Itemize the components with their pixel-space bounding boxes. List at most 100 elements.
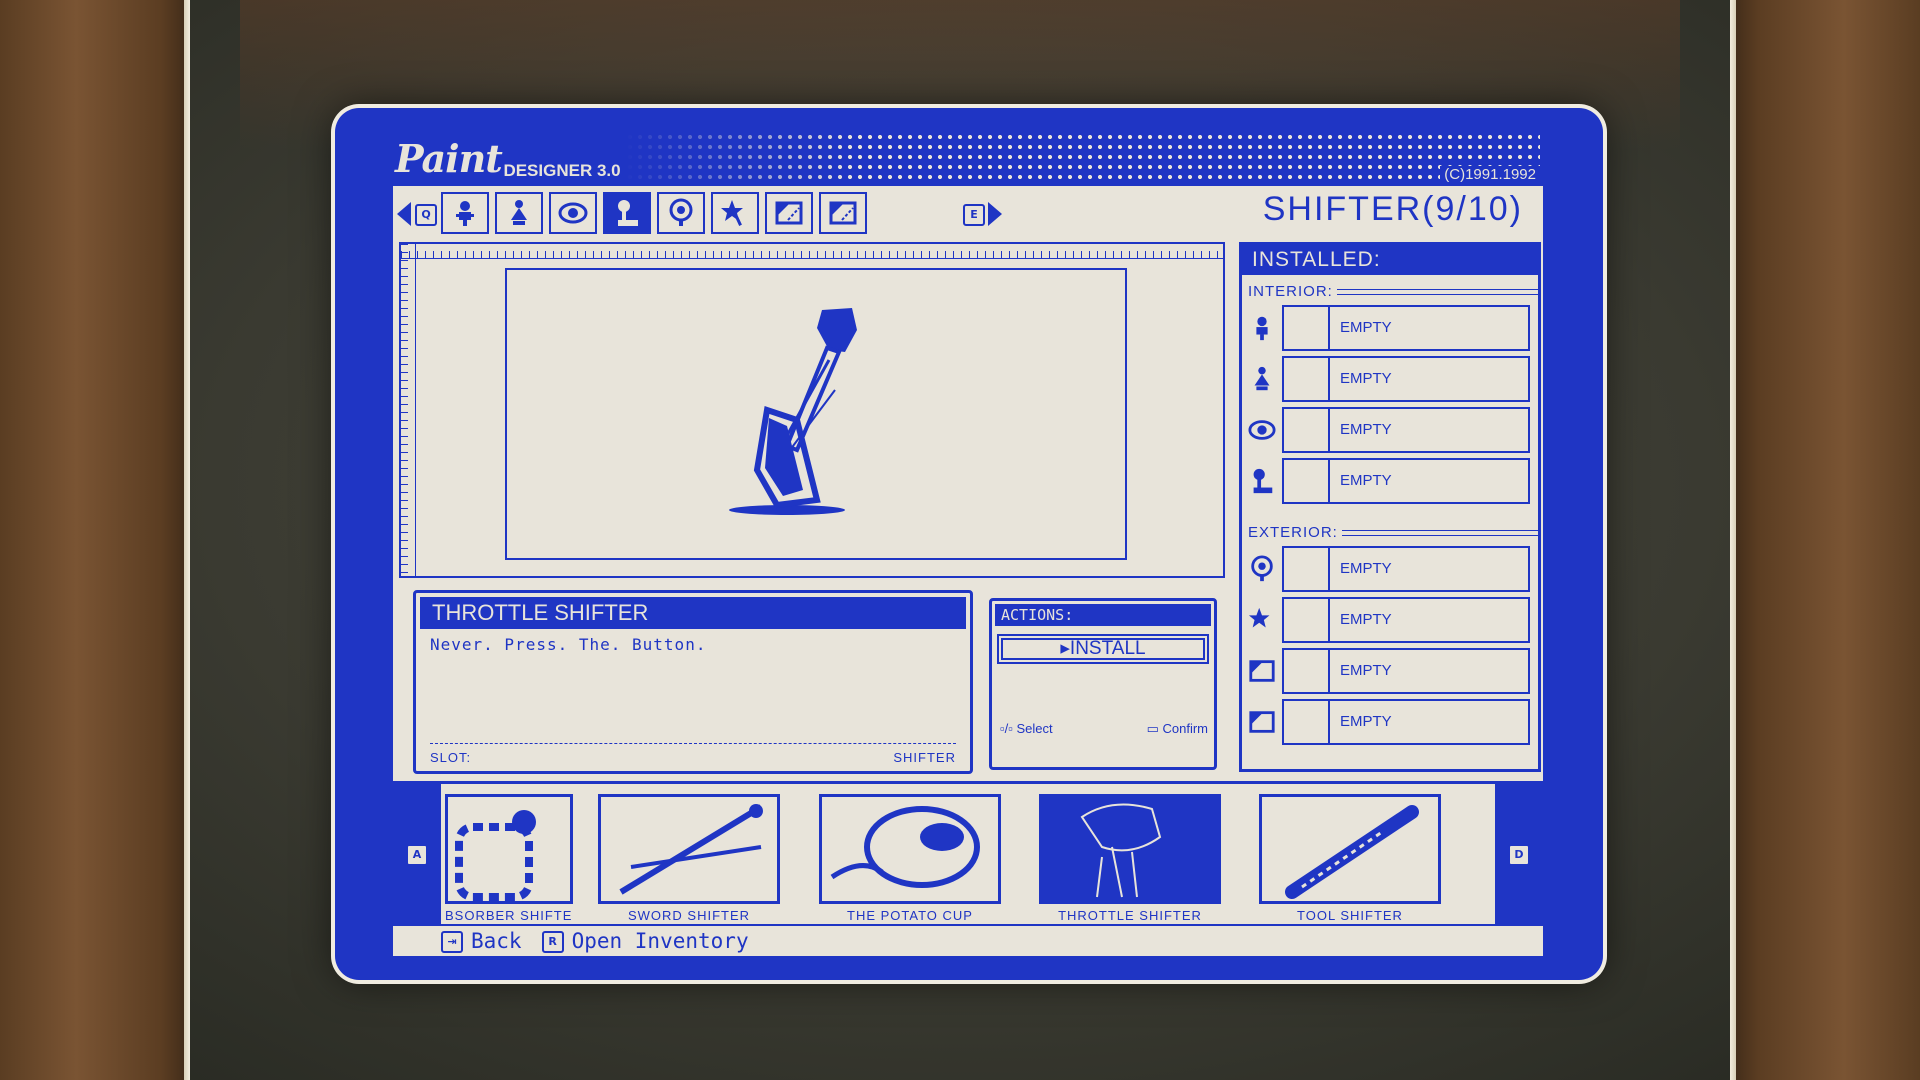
prev-category-key: Q	[415, 204, 437, 226]
slot-thumbnail	[1284, 408, 1330, 451]
slot-status: EMPTY	[1340, 319, 1392, 336]
exterior-slot-ornament[interactable]: EMPTY	[1242, 594, 1538, 645]
item-label: BSORBER SHIFTER	[445, 908, 573, 923]
slot-thumbnail	[1284, 306, 1330, 349]
figure-icon	[511, 200, 527, 225]
tool-decal-1[interactable]	[765, 192, 813, 234]
carousel-item-tool-shifter[interactable]: TOOL SHIFTER	[1259, 794, 1441, 923]
carousel-item-sword-shifter[interactable]: SWORD SHIFTER	[598, 794, 780, 923]
installed-title: INSTALLED:	[1242, 245, 1538, 275]
item-description: Never. Press. The. Button.	[430, 635, 707, 654]
interior-slot-seat[interactable]: EMPTY	[1242, 302, 1538, 353]
cabinet-frame-left	[0, 0, 190, 1080]
item-thumbnail	[598, 794, 780, 904]
slot-row: SLOT: SHIFTER	[430, 743, 956, 765]
ornament-icon	[721, 200, 743, 226]
carousel-prev[interactable]: A	[393, 784, 441, 924]
interior-slot-figure[interactable]: EMPTY	[1242, 353, 1538, 404]
decal-icon	[1249, 659, 1275, 682]
next-category-key: E	[963, 204, 985, 226]
shifter-icon	[618, 200, 638, 226]
slot-thumbnail	[1284, 649, 1330, 692]
next-category-arrow-icon[interactable]	[988, 202, 1002, 226]
item-label: SWORD SHIFTER	[627, 908, 751, 923]
item-thumbnail	[445, 794, 573, 904]
shifter-icon	[1253, 468, 1273, 493]
spring-shifter-icon	[455, 810, 536, 901]
item-name: THROTTLE SHIFTER	[420, 597, 966, 629]
tool-shifter[interactable]	[603, 192, 651, 234]
tool-ornament[interactable]	[711, 192, 759, 234]
item-label: THE POTATO CUP	[847, 908, 973, 923]
prev-category-arrow-icon[interactable]	[397, 202, 411, 226]
exterior-slot-decal-1[interactable]: EMPTY	[1242, 645, 1538, 696]
install-button[interactable]: ▸INSTALL	[997, 634, 1209, 664]
throttle-shifter-model-icon	[729, 308, 857, 515]
slot-thumbnail	[1284, 598, 1330, 641]
slot-status: EMPTY	[1340, 713, 1392, 730]
item-description-panel: THROTTLE SHIFTER Never. Press. The. Butt…	[413, 590, 973, 774]
ruler-vertical	[401, 244, 416, 576]
carousel-item-potato-cup[interactable]: THE POTATO CUP	[819, 794, 1001, 923]
exterior-slot-decal-2[interactable]: EMPTY	[1242, 696, 1538, 747]
item-label: THROTTLE SHIFTER	[1058, 908, 1202, 923]
exterior-slot-mirror[interactable]: EMPTY	[1242, 543, 1538, 594]
copyright-text: (C)1991.1992	[1440, 166, 1540, 183]
footer-bar: ⇥ Back R Open Inventory	[393, 924, 1543, 956]
slot-thumbnail	[1284, 357, 1330, 400]
actions-title: ACTIONS:	[995, 604, 1211, 626]
eye-icon	[558, 202, 588, 224]
item-thumbnail	[819, 794, 1001, 904]
app-logo: Paint DESIGNER 3.0	[395, 136, 629, 181]
mirror-icon	[1251, 554, 1273, 581]
exterior-group-label: EXTERIOR:	[1242, 506, 1538, 543]
mirror-icon	[669, 198, 693, 226]
item-preview	[399, 242, 1225, 578]
figure-icon	[1254, 366, 1270, 390]
slot-label: SLOT:	[430, 750, 472, 765]
slot-thumbnail	[1284, 700, 1330, 743]
tool-mirror[interactable]	[657, 192, 705, 234]
carousel-item-absorber-shifter[interactable]: BSORBER SHIFTER	[445, 794, 573, 923]
throttle-shifter-icon	[1080, 803, 1162, 898]
decal-icon	[1249, 710, 1275, 733]
slot-status: EMPTY	[1340, 662, 1392, 679]
carousel-next[interactable]: D	[1495, 784, 1543, 924]
ornament-icon	[1248, 607, 1270, 627]
open-inventory-button[interactable]: R Open Inventory	[541, 929, 749, 953]
item-thumbnail	[1259, 794, 1441, 904]
tool-eye[interactable]	[549, 192, 597, 234]
carousel-prev-key: A	[406, 844, 428, 866]
slot-thumbnail	[1284, 547, 1330, 590]
interior-group-label: INTERIOR:	[1242, 275, 1538, 302]
ruler-horizontal	[401, 244, 1223, 259]
item-carousel: A BSORBER SHIFTER SWORD SHIFTER THE POTA…	[393, 781, 1543, 926]
back-button[interactable]: ⇥ Back	[441, 929, 522, 953]
interior-slot-eye[interactable]: EMPTY	[1242, 404, 1538, 455]
inventory-key-icon: R	[541, 931, 564, 953]
decal-icon	[829, 201, 857, 225]
interior-slot-shifter[interactable]: EMPTY	[1242, 455, 1538, 506]
sword-icon	[619, 804, 763, 895]
back-key-icon: ⇥	[441, 931, 463, 953]
slot-thumbnail	[1284, 459, 1330, 502]
carousel-item-throttle-shifter[interactable]: THROTTLE SHIFTER	[1039, 794, 1221, 923]
installed-panel: INSTALLED: INTERIOR: EMPTY EMPTY EMPTY E…	[1239, 242, 1541, 772]
tool-icon	[1285, 805, 1419, 899]
item-label: TOOL SHIFTER	[1297, 908, 1403, 923]
app-header: Paint DESIGNER 3.0 (C)1991.1992	[395, 126, 1540, 192]
seat-icon	[1256, 316, 1268, 340]
tool-seat[interactable]	[441, 192, 489, 234]
cabinet-frame-right	[1730, 0, 1920, 1080]
logo-script: Paint	[395, 136, 503, 181]
seat-icon	[456, 201, 474, 226]
tool-figure[interactable]	[495, 192, 543, 234]
confirm-hint: ▭ Confirm	[1146, 721, 1208, 736]
carousel-next-key: D	[1508, 844, 1530, 866]
monitor-screen: Paint DESIGNER 3.0 (C)1991.1992 Q E SHIF…	[335, 108, 1603, 980]
slot-status: EMPTY	[1340, 421, 1392, 438]
eye-icon	[1248, 419, 1276, 440]
editor-panel: Q E SHIFTER(9/10) THROTTLE SHIFTER Never…	[393, 186, 1543, 956]
tool-decal-2[interactable]	[819, 192, 867, 234]
item-thumbnail	[1039, 794, 1221, 904]
